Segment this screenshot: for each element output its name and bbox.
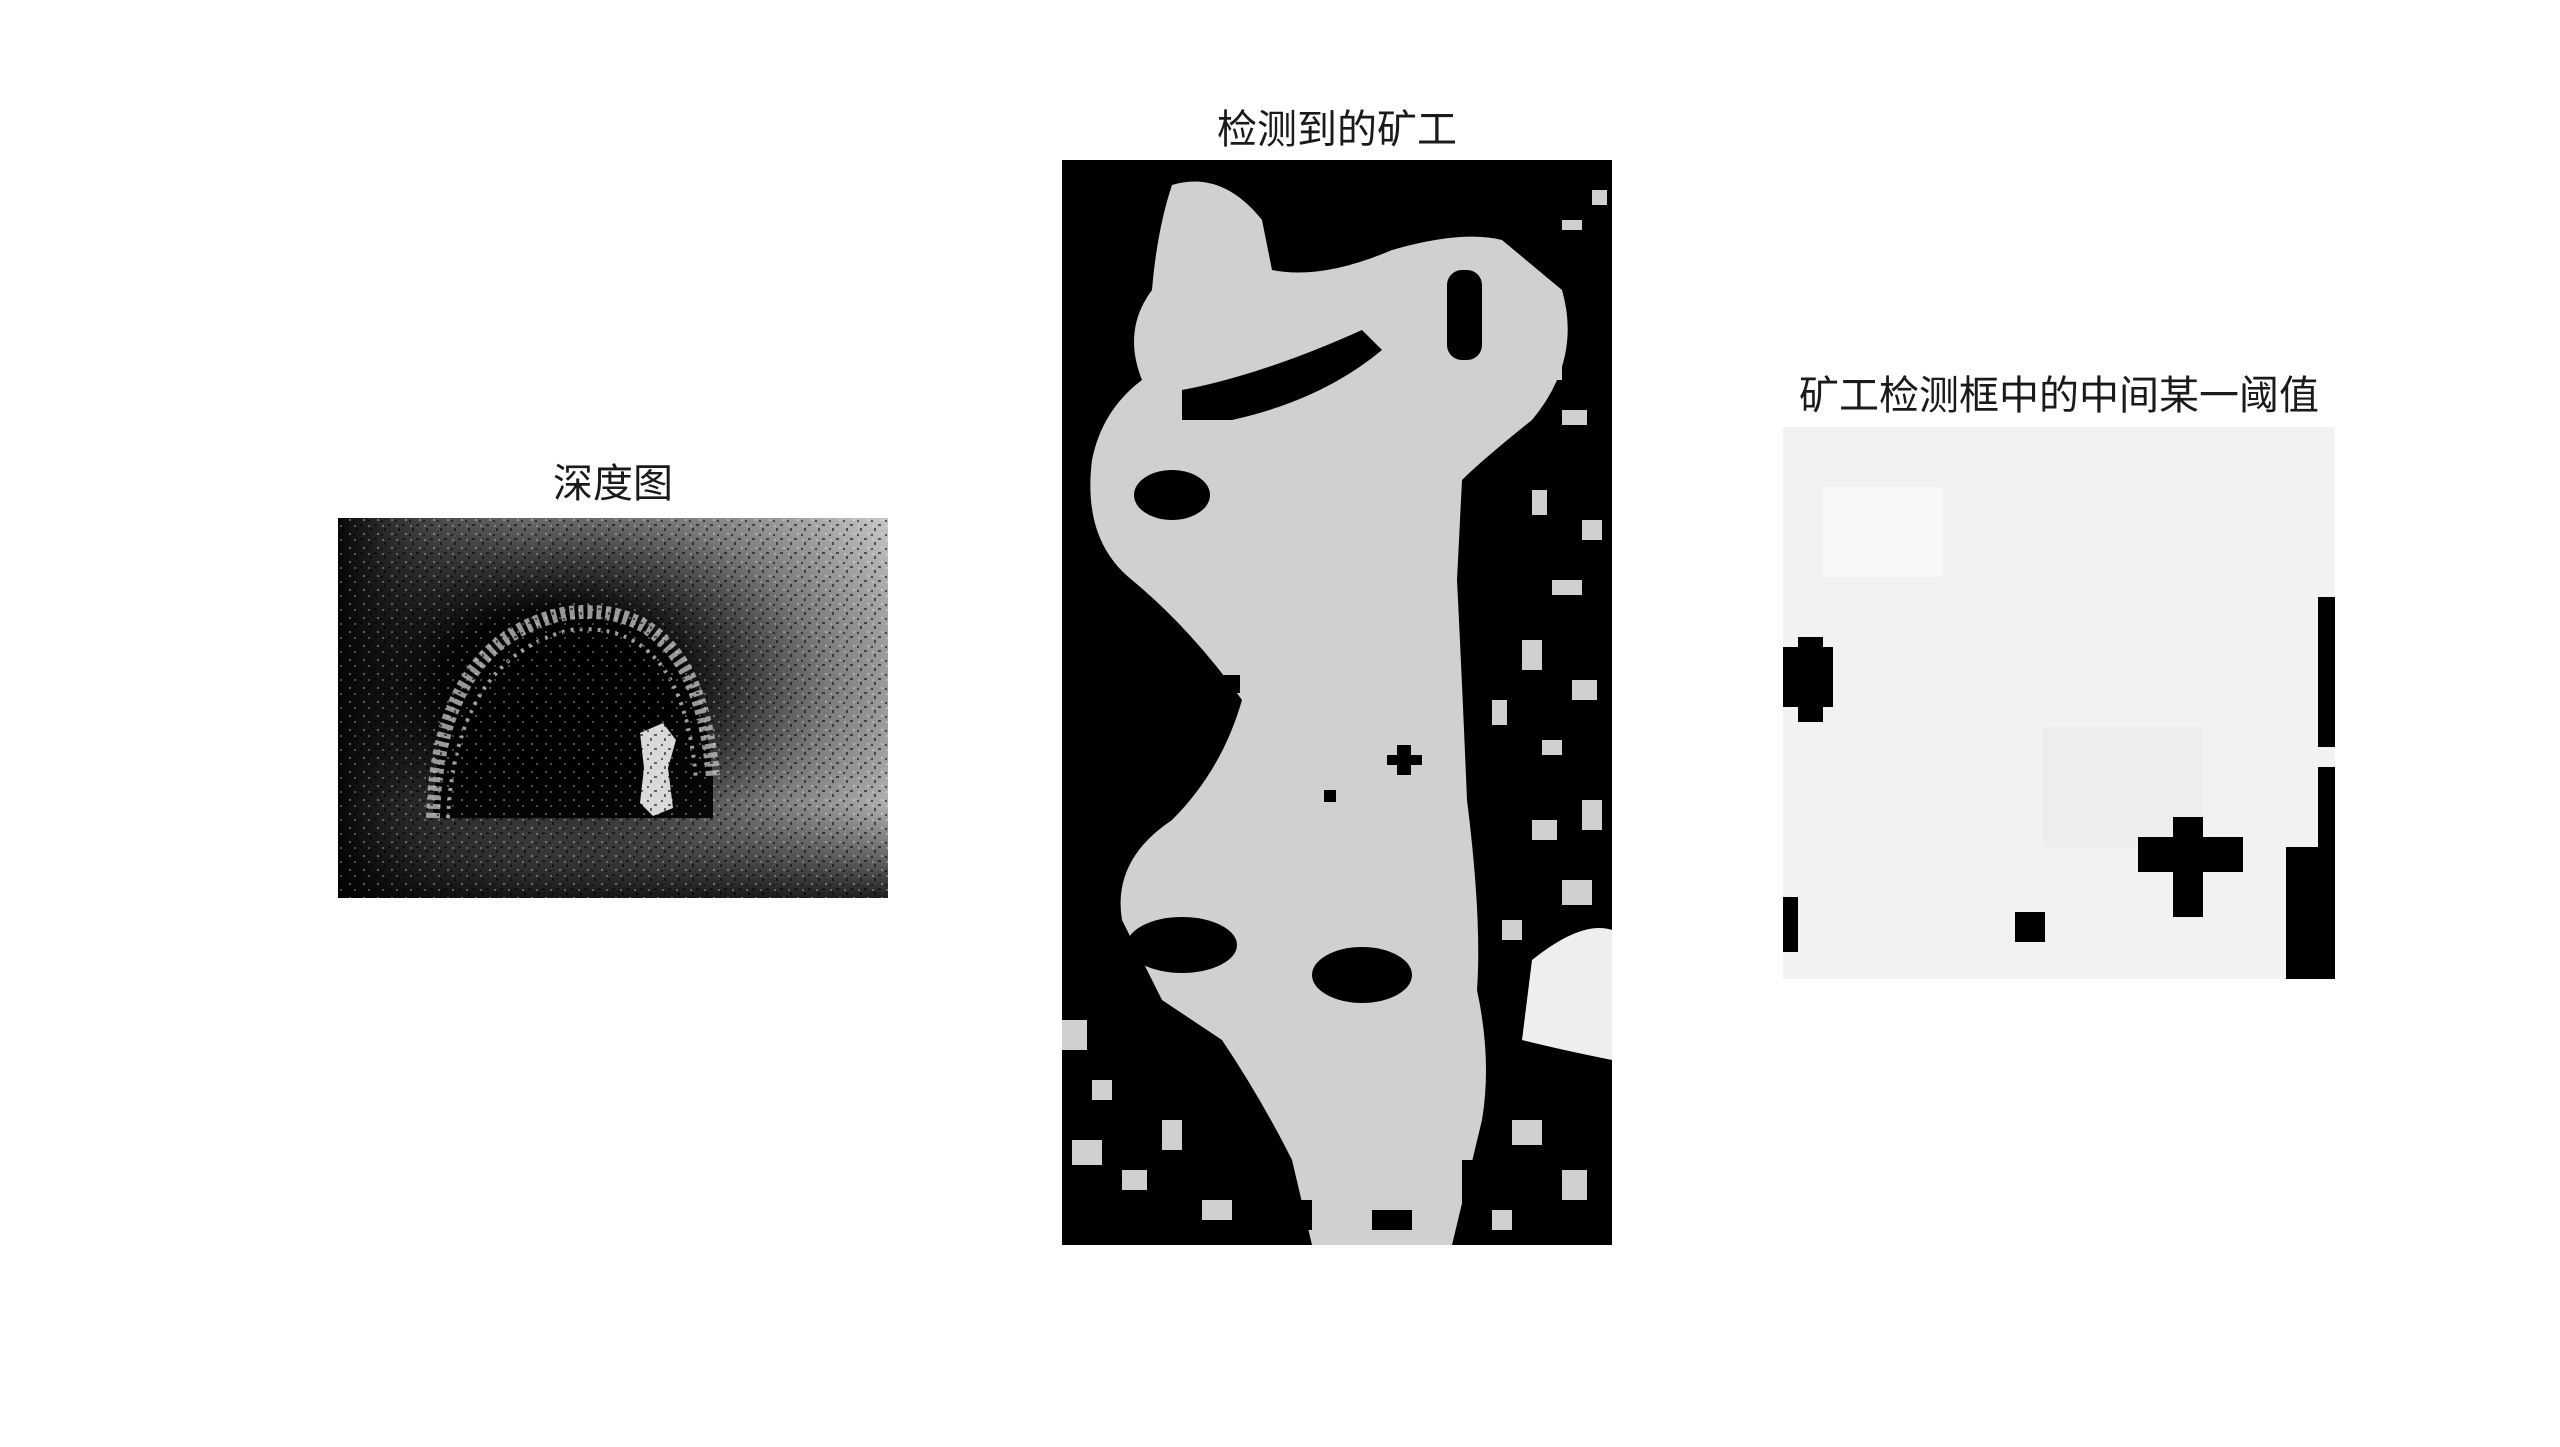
depth-image xyxy=(338,518,888,898)
detected-miner-mask xyxy=(1062,160,1612,1245)
figure-window: 深度图 检测到的矿工 矿工检测框中的中间某一阈值 xyxy=(0,0,2560,1447)
threshold-image xyxy=(1783,427,2335,979)
depth-panel-title: 深度图 xyxy=(553,461,673,507)
detected-panel-title: 检测到的矿工 xyxy=(1217,107,1457,153)
threshold-panel-title: 矿工检测框中的中间某一阈值 xyxy=(1799,373,2319,419)
